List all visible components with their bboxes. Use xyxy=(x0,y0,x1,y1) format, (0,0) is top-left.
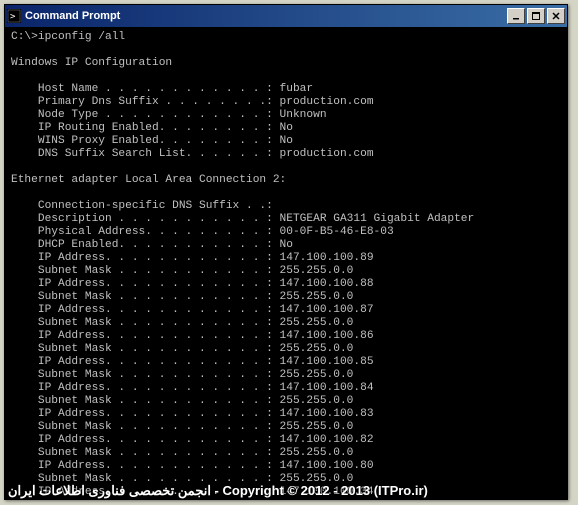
minimize-button[interactable] xyxy=(507,8,525,24)
command-prompt-window: > Command Prompt C:\>ipconfig /all Windo… xyxy=(4,4,568,500)
command-prompt-icon: > xyxy=(7,9,21,23)
close-button[interactable] xyxy=(547,8,565,24)
svg-text:>: > xyxy=(10,12,16,22)
maximize-button[interactable] xyxy=(527,8,545,24)
window-controls xyxy=(507,8,565,24)
titlebar: > Command Prompt xyxy=(5,5,567,27)
terminal-output[interactable]: C:\>ipconfig /all Windows IP Configurati… xyxy=(5,27,567,499)
window-title: Command Prompt xyxy=(25,10,507,22)
watermark-text: Copyright © 2012 - 2013 (ITPro.ir) - انج… xyxy=(8,483,428,499)
